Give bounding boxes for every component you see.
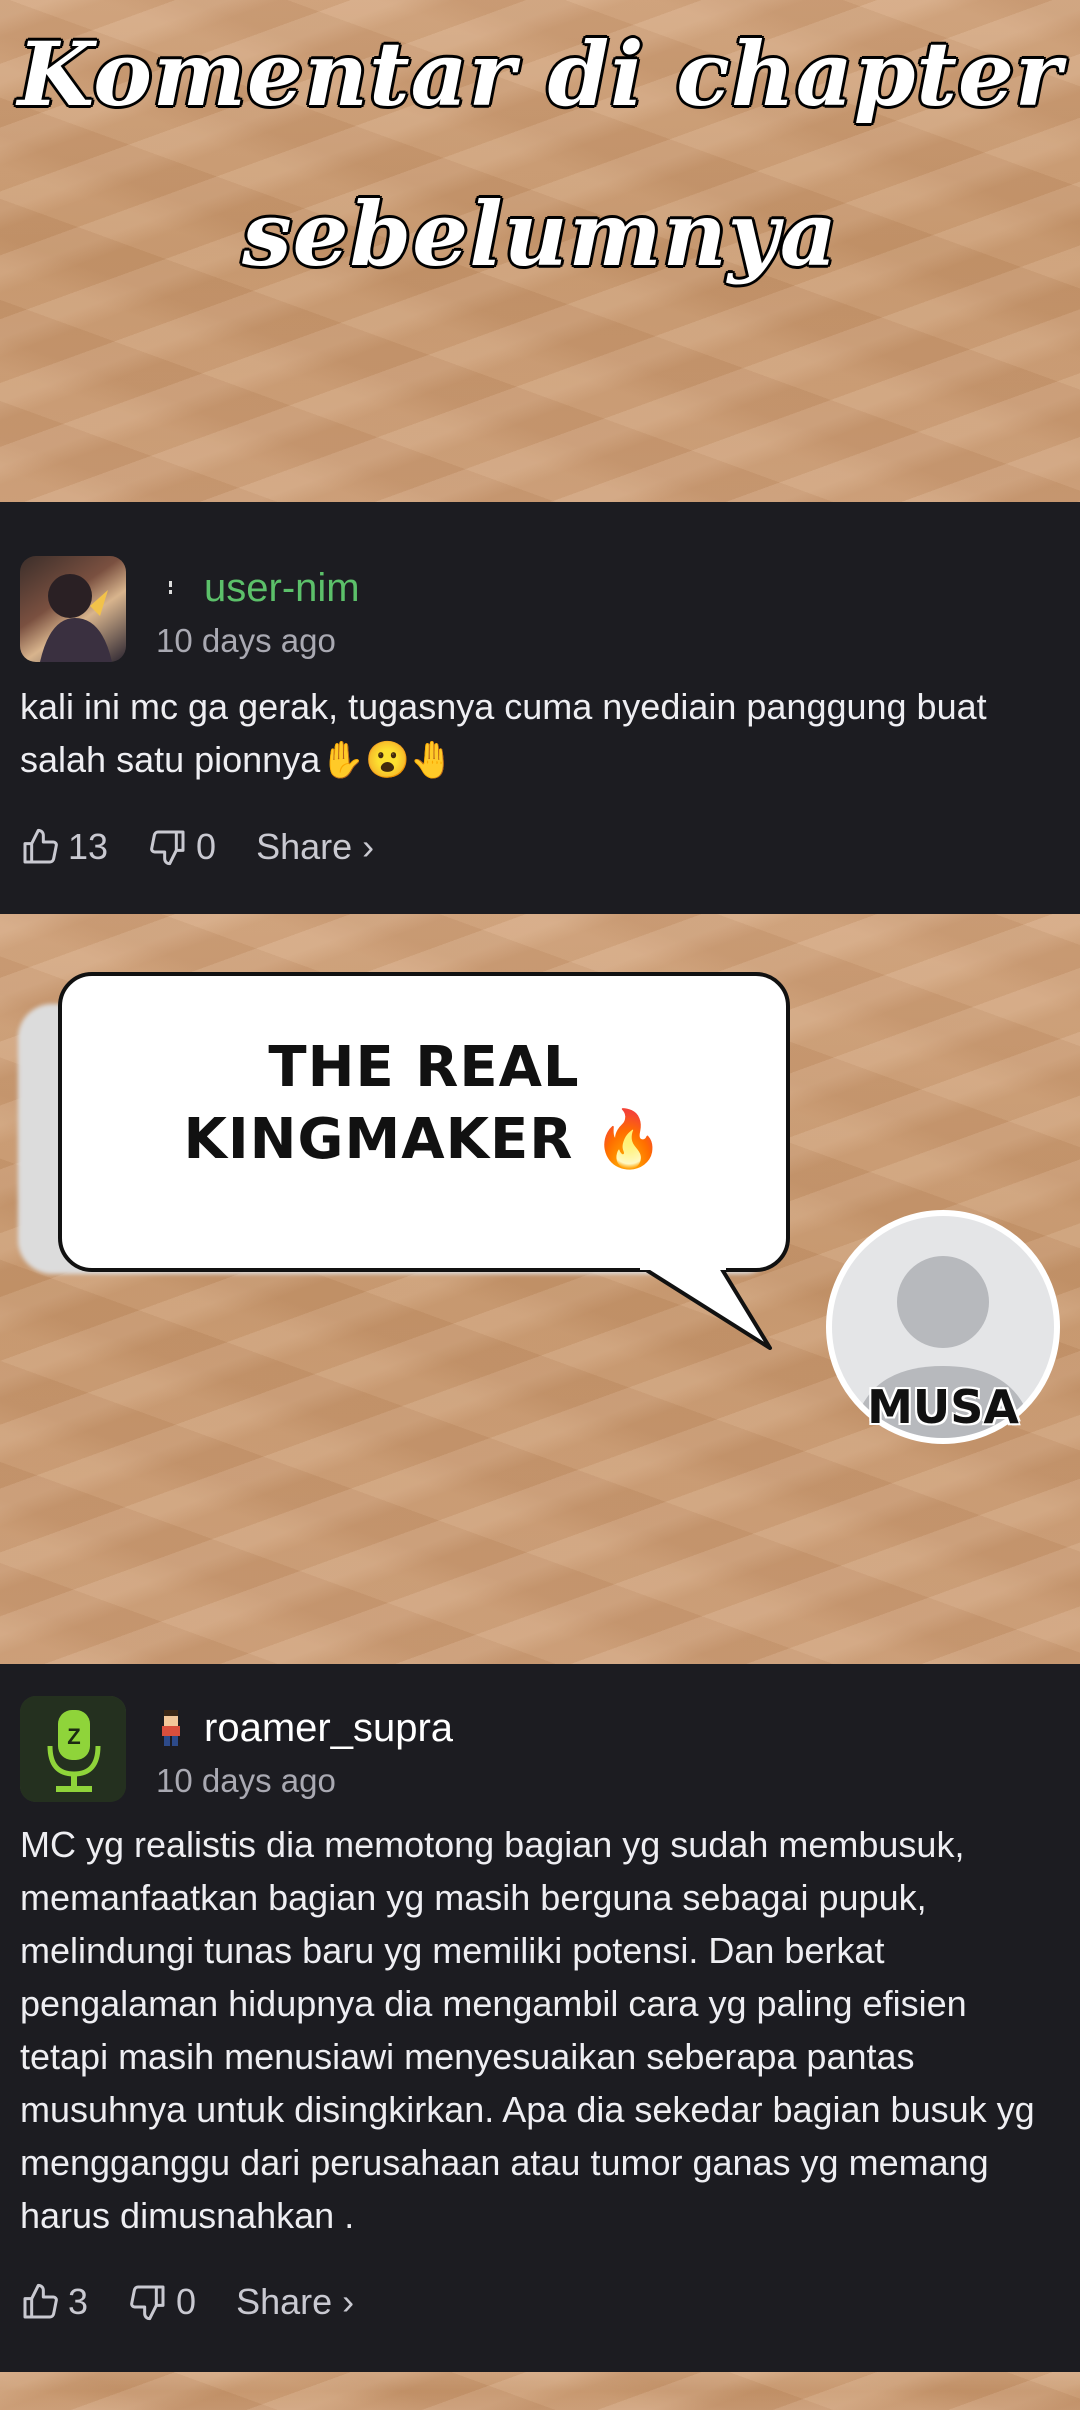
bottom-panel (0, 2372, 1080, 2410)
dot-badge-icon (156, 570, 186, 606)
share-button[interactable]: Share › (236, 2281, 354, 2323)
thumbs-up-icon (23, 828, 58, 864)
speech-line-2: KINGMAKER 🔥 (183, 1107, 665, 1172)
pixel-character-badge-icon (156, 1710, 186, 1746)
banner-title-line-2: sebelumnya (242, 182, 838, 286)
like-button[interactable]: 13 (20, 826, 108, 868)
svg-text:Z: Z (67, 1724, 80, 1749)
avatar[interactable] (20, 556, 126, 662)
comment-actions: 3 0 Share › (20, 2274, 394, 2330)
avatar[interactable]: Z (20, 1696, 126, 1802)
like-button[interactable]: 3 (20, 2281, 88, 2323)
thumbs-down-icon (150, 830, 185, 866)
comment-text: MC yg realistis dia memotong bagian yg s… (20, 1824, 1045, 2236)
timestamp: 10 days ago (156, 1762, 336, 1799)
dislike-button[interactable]: 0 (128, 2281, 196, 2323)
banner-title-line-1: Komentar di chapter (17, 22, 1063, 126)
comment-card: user-nim 10 days ago kali ini mc ga gera… (0, 502, 1080, 914)
speaker-name: MUSA (867, 1380, 1019, 1434)
speech-line-1: THE REAL (268, 1035, 580, 1100)
header-banner: Komentar di chapter sebelumnya (0, 0, 1080, 502)
comment-card: Z roamer_supra 10 days ago MC yg realist… (0, 1664, 1080, 2372)
username[interactable]: user-nim (204, 566, 360, 611)
comment-actions: 13 0 Share › (20, 819, 414, 875)
speech-bubble-tail (640, 1266, 772, 1350)
dislike-button[interactable]: 0 (148, 826, 216, 868)
user-row: user-nim (156, 560, 360, 616)
user-row: roamer_supra (156, 1700, 453, 1756)
speech-bubble-text: THE REAL KINGMAKER 🔥 (58, 1032, 790, 1176)
thumbs-down-icon (130, 2285, 165, 2321)
like-count: 13 (68, 826, 109, 867)
dislike-count: 0 (176, 2281, 197, 2322)
thumbs-up-icon (23, 2283, 58, 2319)
share-button[interactable]: Share › (256, 826, 374, 868)
like-count: 3 (68, 2281, 89, 2322)
username[interactable]: roamer_supra (204, 1706, 453, 1751)
comment-text: kali ini mc ga gerak, tugasnya cuma nyed… (20, 686, 997, 780)
dislike-count: 0 (196, 826, 217, 867)
timestamp: 10 days ago (156, 622, 336, 659)
